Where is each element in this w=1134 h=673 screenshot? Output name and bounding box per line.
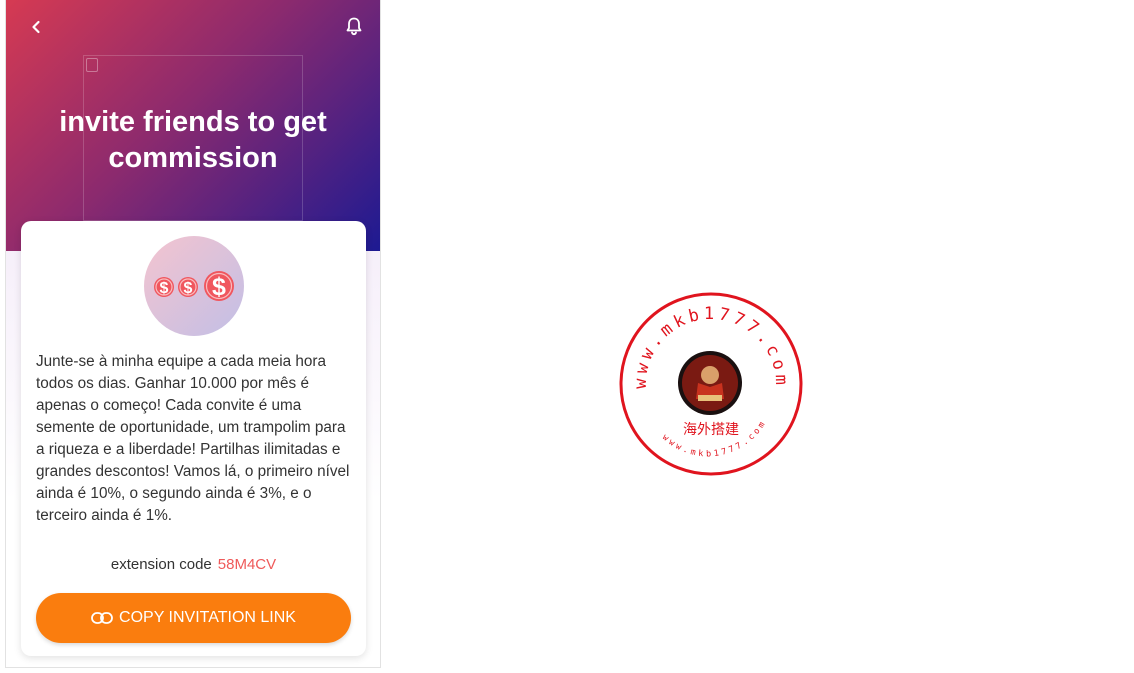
extension-code-label: extension code <box>110 556 212 573</box>
broken-image-icon <box>86 58 98 72</box>
extension-code-row: extension code 58M4CV <box>21 556 366 573</box>
extension-code-value: 58M4CV <box>217 556 277 573</box>
dollar-coins-icon: $ $ $ <box>154 271 234 301</box>
back-button[interactable] <box>24 15 48 39</box>
copy-invitation-link-button[interactable]: COPY INVITATION LINK <box>36 593 351 643</box>
chevron-left-icon <box>32 20 40 34</box>
copy-button-label: COPY INVITATION LINK <box>119 609 296 626</box>
notification-button[interactable] <box>342 14 366 38</box>
watermark-emblem <box>678 351 742 415</box>
watermark-chinese-text: 海外搭建 <box>683 422 739 438</box>
mobile-app-frame: invite friends to get commission $ $ $ J… <box>5 0 381 668</box>
coin-badge: $ $ $ <box>144 236 244 336</box>
watermark-seal: www.mkb1777.com 海外搭建 www.mkb1777.com <box>619 292 803 476</box>
svg-text:$: $ <box>212 273 226 301</box>
invite-description: Junte-se à minha equipe a cada meia hora… <box>36 353 350 524</box>
link-icon <box>91 612 113 624</box>
page-title: invite friends to get commission <box>59 106 327 174</box>
bell-icon <box>346 17 362 36</box>
invite-card: $ $ $ Junte-se à minha equipe a cada mei… <box>21 221 366 656</box>
